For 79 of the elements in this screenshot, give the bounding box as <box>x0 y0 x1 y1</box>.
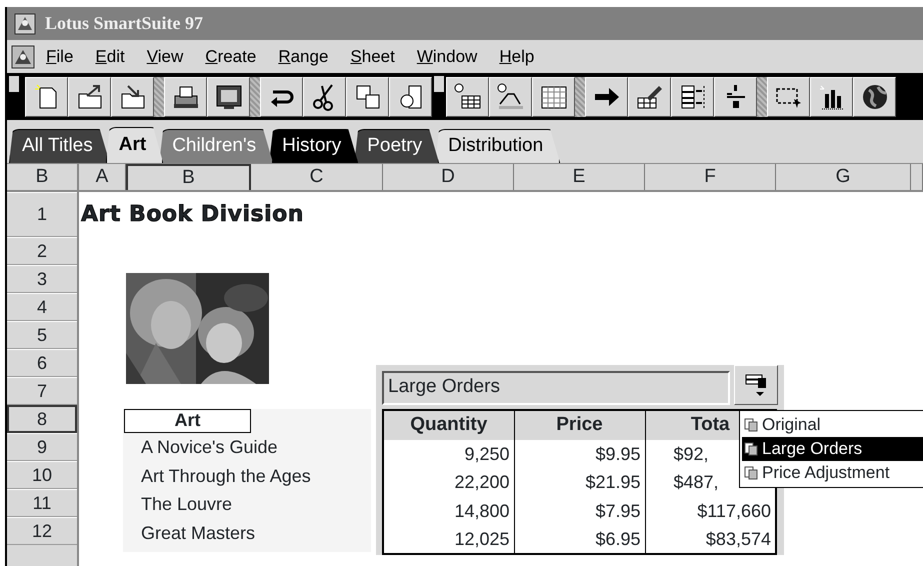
monitor-button[interactable] <box>207 76 250 116</box>
version-icon <box>744 442 758 456</box>
scissors-button[interactable] <box>303 76 346 116</box>
copy-button[interactable] <box>346 76 389 116</box>
table-cell: $6.95 <box>514 525 645 554</box>
table-cell: 9,250 <box>383 440 514 468</box>
new-file-button[interactable] <box>25 76 68 116</box>
table-cell: $83,574 <box>645 525 776 554</box>
row-header[interactable]: 3 <box>7 265 77 293</box>
selection-button[interactable] <box>767 76 810 116</box>
sheet-tab[interactable]: Distribution <box>435 129 560 163</box>
save-folder-button[interactable] <box>111 76 154 116</box>
sheet-tab[interactable]: Art <box>106 127 164 163</box>
row-header[interactable]: 11 <box>7 489 77 517</box>
app-logo-icon <box>13 12 37 36</box>
row-header[interactable]: 7 <box>7 377 77 405</box>
sheet-tab[interactable]: Children's <box>159 129 274 163</box>
version-menu-button[interactable] <box>734 365 778 405</box>
toolbar-separator <box>757 76 767 116</box>
row-header[interactable]: 8 <box>7 405 77 433</box>
paintbrush-button[interactable] <box>628 76 671 116</box>
table-cell: 22,200 <box>383 468 514 496</box>
calendar-grid-button[interactable] <box>532 76 575 116</box>
menu-item[interactable]: Range <box>267 44 340 70</box>
paste-button[interactable] <box>389 76 432 116</box>
table-cell: 12,025 <box>383 525 514 554</box>
table-cell: $117,660 <box>645 496 776 525</box>
row-header[interactable]: 12 <box>7 517 77 545</box>
list-item: Great Masters <box>140 522 256 544</box>
undo-arrow-button[interactable] <box>260 76 303 116</box>
table-icon <box>452 82 482 112</box>
table-cell: $7.95 <box>514 496 645 525</box>
window-title: Lotus SmartSuite 97 <box>45 12 204 35</box>
row-header[interactable]: 2 <box>7 237 77 265</box>
menu-item[interactable]: Edit <box>84 44 136 70</box>
version-icon <box>744 418 758 432</box>
row-header[interactable]: 9 <box>7 433 77 461</box>
app-control-icon[interactable] <box>11 44 35 68</box>
menu-item[interactable]: Create <box>194 44 268 70</box>
row-header[interactable]: 1 <box>7 192 77 237</box>
menu-item[interactable]: Sheet <box>339 44 406 70</box>
line-chart-button[interactable] <box>489 76 532 116</box>
sheet-title: Art Book Division <box>81 201 304 229</box>
version-field[interactable]: Large Orders <box>382 371 730 405</box>
bar-chart-button[interactable] <box>810 76 853 116</box>
open-folder-button[interactable] <box>68 76 111 116</box>
toolbar-separator <box>575 76 585 116</box>
table-button[interactable] <box>446 76 489 116</box>
list-item: Art Through the Ages <box>140 464 311 488</box>
column-header[interactable]: B <box>126 164 251 190</box>
table-cell: $21.95 <box>514 468 645 496</box>
row-header[interactable]: 10 <box>7 461 77 489</box>
menu-item[interactable]: Help <box>488 44 546 70</box>
list-item: A Novice's Guide <box>140 436 278 459</box>
list-header: Art <box>124 409 251 433</box>
table-cell: $9.95 <box>514 440 645 468</box>
row-header[interactable]: 5 <box>7 321 77 349</box>
row-header[interactable]: 6 <box>7 349 77 377</box>
printer-button[interactable] <box>164 76 207 116</box>
list-item: The Louvre <box>140 493 232 516</box>
menu-item[interactable]: File <box>35 44 84 70</box>
align-button[interactable] <box>671 76 714 116</box>
right-arrow-button[interactable] <box>585 76 628 116</box>
version-icon <box>744 466 758 480</box>
fraction-button[interactable] <box>714 76 757 116</box>
table-cell: 14,800 <box>383 496 514 525</box>
globe-button[interactable] <box>853 76 896 116</box>
column-heading: Quantity <box>383 410 514 440</box>
dropdown-item[interactable]: Large Orders <box>742 437 923 461</box>
sheet-tab[interactable]: Poetry <box>354 129 440 163</box>
menu-item[interactable]: View <box>136 44 194 70</box>
sheet-tab[interactable]: History <box>269 129 358 163</box>
toolbar-separator <box>250 76 260 116</box>
line-chart-icon <box>496 82 526 112</box>
row-header[interactable]: 4 <box>7 293 77 321</box>
version-caret-icon <box>744 372 768 398</box>
column-heading: Price <box>514 410 645 440</box>
toolbar-separator <box>154 76 164 116</box>
menu-item[interactable]: Window <box>406 44 488 70</box>
